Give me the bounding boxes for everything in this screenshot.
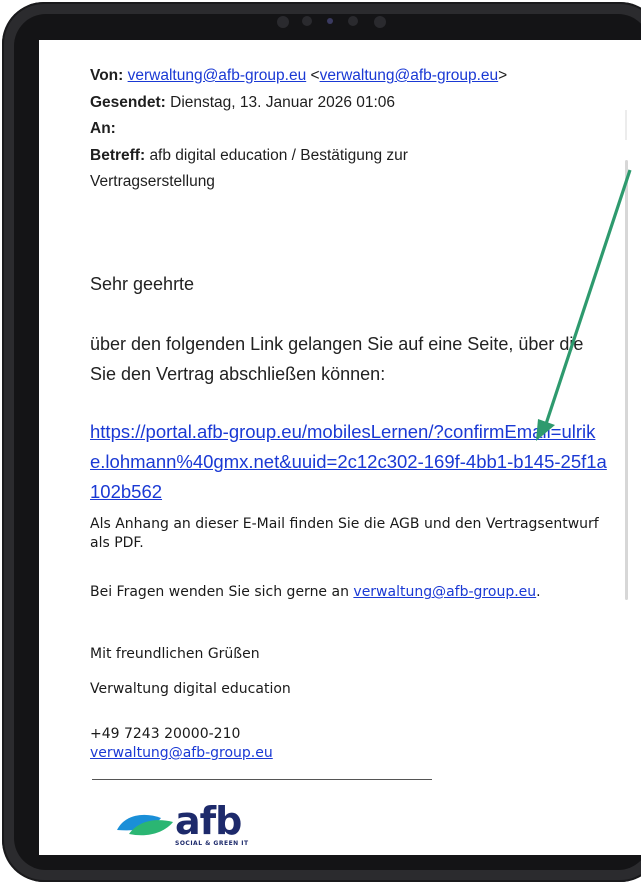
- from-label: Von:: [90, 67, 124, 84]
- attachment-note: Als Anhang an dieser E-Mail finden Sie d…: [90, 516, 599, 551]
- subject-label: Betreff:: [90, 146, 146, 164]
- from-line: Von: verwaltung@afb-group.eu <verwaltung…: [90, 67, 508, 84]
- signature-phone: +49 7243 20000-210: [90, 726, 241, 742]
- subject-line: Betreff: afb digital education / Bestäti…: [90, 143, 490, 196]
- contract-link[interactable]: https://portal.afb-group.eu/mobilesLerne…: [90, 417, 610, 507]
- scrollbar[interactable]: [625, 160, 628, 600]
- signature-email-row: verwaltung@afb-group.eu: [90, 744, 600, 763]
- from-address-link[interactable]: verwaltung@afb-group.eu: [128, 67, 307, 84]
- sent-value: Dienstag, 13. Januar 2026 01:06: [170, 93, 396, 111]
- email-screen: Von: verwaltung@afb-group.eu <verwaltung…: [39, 40, 641, 855]
- screenshot-stage: Von: verwaltung@afb-group.eu <verwaltung…: [0, 0, 641, 893]
- sensor-icon: [302, 16, 312, 26]
- sent-line: Gesendet: Dienstag, 13. Januar 2026 01:0…: [90, 90, 630, 117]
- questions-prefix: Bei Fragen wenden Sie sich gerne an: [90, 584, 354, 600]
- signature-divider: [92, 779, 432, 780]
- closing-text: Mit freundlichen Grüßen: [90, 646, 260, 662]
- logo-tagline: SOCIAL & GREEN IT: [175, 840, 249, 847]
- afb-logo: afb SOCIAL & GREEN IT: [115, 799, 280, 852]
- to-label: An:: [90, 120, 116, 137]
- camera-icon: [277, 16, 289, 28]
- from-address-bracket-link[interactable]: verwaltung@afb-group.eu: [320, 67, 499, 84]
- to-line: An:: [90, 116, 630, 143]
- signature-name: Verwaltung digital education: [90, 681, 291, 697]
- speaker-icon: [348, 16, 358, 26]
- afb-leaf-icon: [117, 814, 173, 836]
- light-sensor-icon: [374, 16, 386, 28]
- logo-wordmark: afb: [175, 799, 242, 843]
- greeting-text: Sehr geehrte: [90, 274, 195, 294]
- scrollbar-track-top: [625, 110, 627, 140]
- questions-email-link[interactable]: verwaltung@afb-group.eu: [353, 584, 536, 600]
- signature-email-link[interactable]: verwaltung@afb-group.eu: [90, 745, 273, 761]
- questions-text: Bei Fragen wenden Sie sich gerne an verw…: [90, 583, 600, 602]
- email-header: Von: verwaltung@afb-group.eu <verwaltung…: [90, 63, 630, 196]
- intro-text: über den folgenden Link gelangen Sie auf…: [90, 334, 584, 384]
- questions-suffix: .: [536, 584, 541, 600]
- sent-label: Gesendet:: [90, 93, 166, 111]
- sensor-dot-icon: [327, 18, 333, 24]
